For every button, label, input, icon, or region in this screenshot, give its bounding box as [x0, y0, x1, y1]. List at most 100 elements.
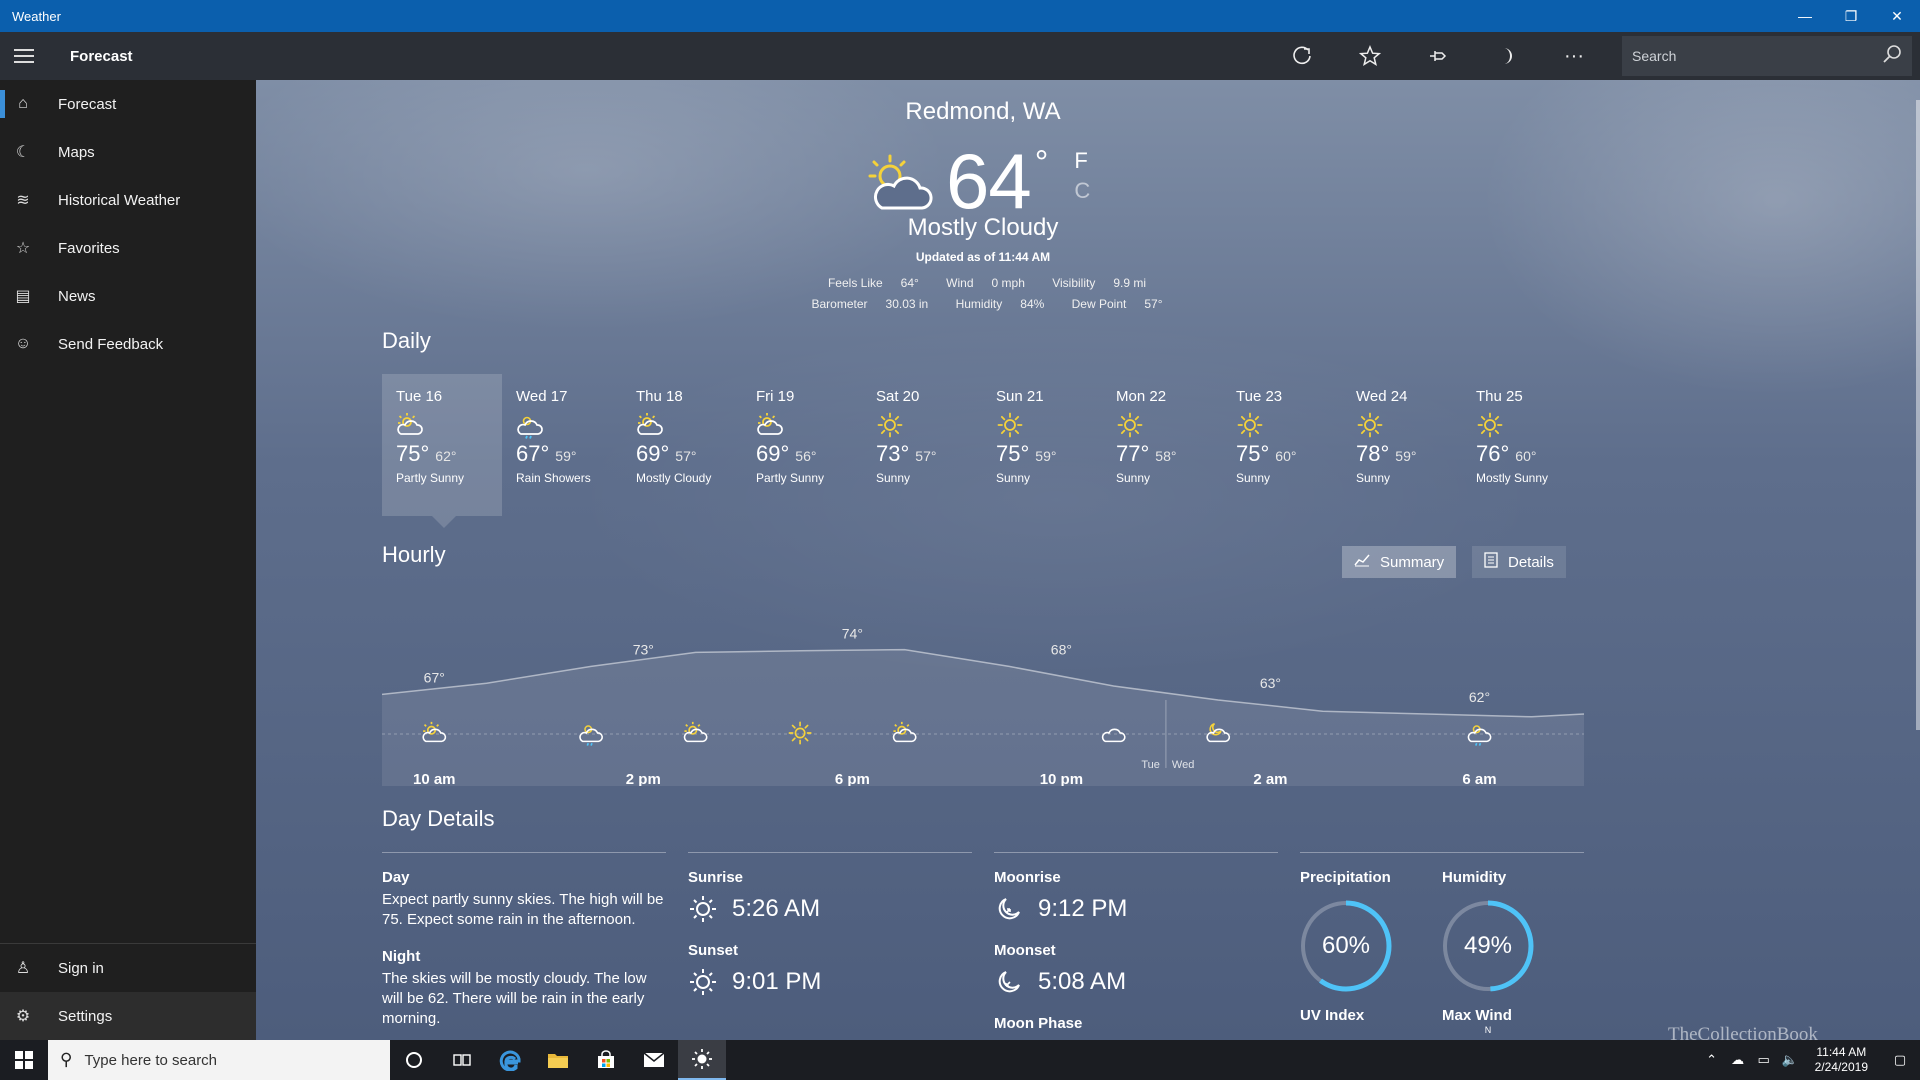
moon-phase-label: Moon Phase [994, 1015, 1083, 1032]
sidebar-item-label: Maps [58, 143, 95, 161]
daily-day-card[interactable]: Sat 20 73° 57° Sunny [862, 374, 982, 516]
sidebar-item-historical-weather[interactable]: ≋ Historical Weather [0, 176, 256, 224]
unit-toggle: F C [1074, 148, 1090, 204]
home-icon: ⌂ [18, 95, 28, 112]
sidebar-item-sign-in[interactable]: ♙ Sign in [0, 944, 256, 992]
precipitation-label: Precipitation [1300, 869, 1391, 886]
cortana-icon[interactable] [390, 1040, 438, 1080]
onedrive-cloud-icon[interactable]: ☁ [1725, 1052, 1751, 1068]
chevron-up-icon[interactable]: ⌃ [1699, 1052, 1725, 1068]
start-button[interactable] [0, 1040, 48, 1080]
taskbar: ⚲ Type here to search ⌃ ☁ ▭ 🔈 11:44 AM 2… [0, 1040, 1920, 1080]
edge-browser-icon[interactable] [486, 1040, 534, 1080]
gear-icon: ⚙ [15, 1008, 31, 1025]
close-button[interactable]: ✕ [1874, 0, 1920, 32]
feels-like-stat: Feels Like 64° [820, 276, 919, 290]
daily-day-card[interactable]: Wed 17 67° 59° Rain Showers [502, 374, 622, 516]
taskbar-search[interactable]: ⚲ Type here to search [48, 1040, 390, 1080]
celsius-toggle[interactable]: C [1074, 178, 1090, 204]
day-low: 56° [795, 448, 817, 464]
maps-icon: ☾ [15, 144, 31, 161]
stats-row-1: Feels Like 64° Wind 0 mph Visibility 9.9 mi [256, 276, 1710, 290]
fahrenheit-toggle[interactable]: F [1074, 148, 1090, 174]
daily-day-card[interactable]: Tue 16 75° 62° Partly Sunny [382, 374, 502, 528]
location-name: Redmond, WA [905, 98, 1061, 125]
mail-icon[interactable] [630, 1040, 678, 1080]
hourly-chart-svg: Tue Wed 67° 73° 74° 68° 63° 62° 10 am 2 pm 6 pm 10 … [382, 626, 1584, 786]
search-box[interactable] [1622, 36, 1912, 76]
sidebar-item-forecast[interactable]: ⌂ Forecast [0, 80, 256, 128]
store-icon[interactable] [582, 1040, 630, 1080]
hourly-temp-label: 62° [1469, 689, 1490, 705]
network-icon[interactable]: ▭ [1751, 1052, 1777, 1068]
day-high: 75° [996, 441, 1030, 466]
day-high: 77° [1116, 441, 1150, 466]
daily-day-card[interactable]: Thu 25 76° 60° Mostly Sunny [1462, 374, 1582, 516]
sunrise-row: 5:26 AM [688, 894, 972, 924]
hourly-time-label: 6 pm [835, 771, 870, 786]
daily-day-card[interactable]: Tue 23 75° 60° Sunny [1222, 374, 1342, 516]
minimize-button[interactable]: — [1782, 0, 1828, 32]
day-text: Expect partly sunny skies. The high will… [382, 891, 664, 928]
night-text: The skies will be mostly cloudy. The low… [382, 970, 647, 1027]
volume-icon[interactable]: 🔈 [1777, 1052, 1803, 1068]
sidebar-item-maps[interactable]: ☾ Maps [0, 128, 256, 176]
search-icon[interactable] [1882, 44, 1902, 69]
sidebar-item-news[interactable]: ▤ News [0, 272, 256, 320]
notifications-icon[interactable]: ▢ [1880, 1052, 1920, 1068]
dark-mode-moon-icon[interactable] [1472, 32, 1540, 80]
day-high: 75° [396, 441, 430, 466]
hourly-time-label: 2 pm [626, 771, 661, 786]
day-condition: Mostly Sunny [1476, 471, 1549, 485]
taskbar-clock[interactable]: 11:44 AM 2/24/2019 [1803, 1045, 1880, 1075]
more-options-icon[interactable]: ··· [1540, 32, 1608, 80]
weather-app-taskbar-icon[interactable] [678, 1040, 726, 1080]
daily-day-card[interactable]: Thu 18 69° 57° Mostly Cloudy [622, 374, 742, 516]
favorites-star-icon: ☆ [15, 240, 31, 257]
forecast-main: Redmond, WA 64 ° F C Mostly Cloudy Updat… [256, 80, 1920, 1040]
day-condition: Sunny [1116, 471, 1151, 485]
day-high: 69° [756, 441, 790, 466]
daily-day-card[interactable]: Sun 21 75° 59° Sunny [982, 374, 1102, 516]
moonset-row: 5:08 AM [994, 967, 1278, 997]
task-view-icon[interactable] [438, 1040, 486, 1080]
day-icon-slot [516, 411, 544, 439]
command-bar: Forecast ··· [0, 32, 1920, 80]
daily-day-card[interactable]: Fri 19 69° 56° Partly Sunny [742, 374, 862, 516]
favorite-star-icon[interactable] [1336, 32, 1404, 80]
moonset-value: 5:08 AM [1038, 968, 1127, 995]
day-name: Thu 25 [1476, 388, 1523, 405]
daily-day-card[interactable]: Wed 24 78° 59° Sunny [1342, 374, 1462, 516]
sunset-icon [690, 969, 716, 995]
day-low: 59° [1395, 448, 1417, 464]
sidebar-item-send-feedback[interactable]: ☺ Send Feedback [0, 320, 256, 368]
current-temperature: 64 [946, 137, 1032, 225]
daily-forecast-strip: Tue 16 75° 62° Partly Sunny Wed 17 67° 59°… [382, 374, 1582, 528]
hamburger-menu-icon[interactable] [0, 32, 48, 80]
file-explorer-icon[interactable] [534, 1040, 582, 1080]
stat-label: Visibility [1052, 276, 1096, 290]
restore-button[interactable]: ❐ [1828, 0, 1874, 32]
sidebar-item-settings[interactable]: ⚙ Settings [0, 992, 256, 1040]
day-icon-slot [1476, 411, 1504, 439]
sidebar-item-favorites[interactable]: ☆ Favorites [0, 224, 256, 272]
scrollbar[interactable] [1916, 100, 1920, 730]
day-name: Mon 22 [1116, 388, 1167, 405]
day-high: 78° [1356, 441, 1390, 466]
barometer-stat: Barometer 30.03 in [804, 297, 929, 311]
details-button[interactable]: Details [1472, 546, 1566, 578]
hourly-time-label: 10 am [413, 771, 456, 786]
hourly-temp-label: 68° [1051, 641, 1072, 657]
daily-day-card[interactable]: Mon 22 77° 58° Sunny [1102, 374, 1222, 516]
refresh-icon[interactable] [1268, 32, 1336, 80]
sidebar-item-label: News [58, 287, 96, 305]
summary-button[interactable]: Summary [1342, 546, 1457, 578]
sunny-icon [1477, 412, 1503, 438]
sidebar-item-label: Send Feedback [58, 335, 164, 353]
pin-icon[interactable] [1404, 32, 1472, 80]
search-input[interactable] [1632, 48, 1882, 64]
sunrise-value: 5:26 AM [732, 895, 821, 922]
day-temps: 78° 59° [1356, 441, 1462, 467]
day-low: 60° [1275, 448, 1297, 464]
moonset-icon [998, 971, 1020, 993]
